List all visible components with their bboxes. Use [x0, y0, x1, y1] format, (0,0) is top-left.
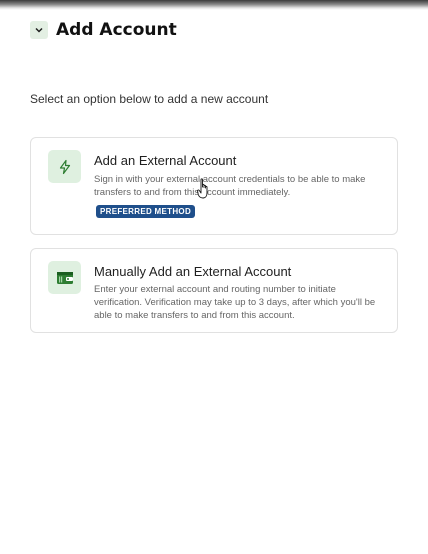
collapse-button[interactable] — [30, 21, 48, 39]
option-card-external-account[interactable]: Add an External Account Sign in with you… — [30, 137, 398, 235]
preferred-method-badge: PREFERRED METHOD — [96, 205, 196, 218]
option-description: Enter your external account and routing … — [94, 284, 376, 321]
option-card-manual-account[interactable]: Manually Add an External Account Enter y… — [30, 248, 398, 333]
page-header: Add Account — [30, 20, 177, 40]
wallet-icon — [48, 261, 81, 294]
option-title: Add an External Account — [94, 153, 237, 168]
window-top-bar — [0, 0, 428, 10]
page-subtitle: Select an option below to add a new acco… — [30, 92, 269, 106]
chevron-down-icon — [35, 27, 43, 33]
page-title: Add Account — [56, 20, 177, 40]
option-description: Sign in with your external account crede… — [94, 174, 366, 198]
option-title: Manually Add an External Account — [94, 264, 292, 279]
hand-cursor-icon — [197, 178, 208, 199]
lightning-icon — [48, 150, 81, 183]
